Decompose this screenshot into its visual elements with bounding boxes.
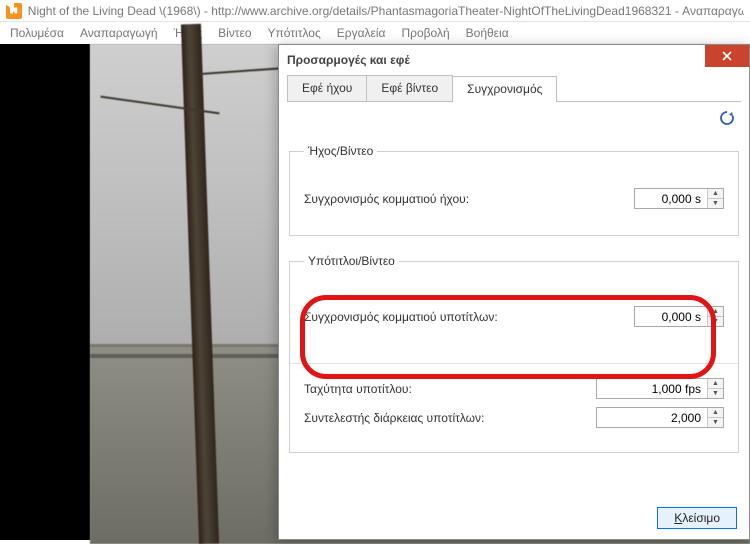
menu-view[interactable]: Προβολή	[393, 24, 457, 42]
dialog-tabs: Εφέ ήχου Εφέ βίντεο Συγχρονισμός	[287, 75, 741, 102]
window-title: Night of the Living Dead \(1968\) - http…	[28, 4, 744, 18]
menu-video[interactable]: Βίντεο	[210, 24, 259, 42]
subtitle-speed-label: Ταχύτητα υποτίτλου:	[304, 382, 412, 396]
audio-track-sync-input[interactable]	[635, 189, 707, 208]
close-icon	[722, 51, 732, 61]
audio-track-sync-spinner[interactable]: ▲▼	[634, 188, 724, 209]
subtitle-duration-input[interactable]	[597, 408, 707, 427]
menu-playback[interactable]: Αναπαραγωγή	[72, 24, 166, 42]
subtitle-duration-label: Συντελεστής διάρκειας υποτίτλων:	[304, 411, 484, 425]
audio-video-legend: Ήχος/Βίντεο	[304, 144, 377, 158]
tab-audio-effects[interactable]: Εφέ ήχου	[287, 75, 367, 101]
subtitle-duration-spinner[interactable]: ▲▼	[596, 407, 724, 428]
subtitle-speed-input[interactable]	[597, 379, 707, 398]
tab-video-effects[interactable]: Εφέ βίντεο	[366, 75, 453, 101]
subtitle-track-sync-input[interactable]	[635, 307, 707, 326]
menu-tools[interactable]: Εργαλεία	[329, 24, 394, 42]
subtitle-track-sync-spinner[interactable]: ▲▼	[634, 306, 724, 327]
close-button[interactable]: Κλείσιμο	[657, 507, 737, 529]
sync-panel: Ήχος/Βίντεο Συγχρονισμός κομματιού ήχου:…	[279, 102, 749, 463]
dialog-title: Προσαρμογές και εφέ	[279, 45, 749, 75]
titlebar: Night of the Living Dead \(1968\) - http…	[0, 0, 750, 22]
adjustments-effects-dialog: Προσαρμογές και εφέ Εφέ ήχου Εφέ βίντεο …	[278, 44, 750, 540]
subtitle-speed-stepper[interactable]: ▲▼	[707, 379, 723, 398]
subtitle-video-legend: Υπότιτλοι/Βίντεο	[304, 254, 399, 268]
subtitle-video-group: Υπότιτλοι/Βίντεο Συγχρονισμός κομματιού …	[289, 254, 739, 453]
dialog-close-button[interactable]	[705, 45, 749, 67]
subtitle-speed-spinner[interactable]: ▲▼	[596, 378, 724, 399]
audio-video-group: Ήχος/Βίντεο Συγχρονισμός κομματιού ήχου:…	[289, 144, 739, 236]
audio-track-sync-stepper[interactable]: ▲▼	[707, 189, 723, 208]
menu-subtitle[interactable]: Υπότιτλος	[260, 24, 329, 42]
menu-media[interactable]: Πολυμέσα	[2, 24, 72, 42]
audio-track-sync-label: Συγχρονισμός κομματιού ήχου:	[304, 192, 469, 206]
menubar: Πολυμέσα Αναπαραγωγή Ήχος Βίντεο Υπότιτλ…	[0, 22, 750, 44]
vlc-cone-icon	[6, 3, 22, 19]
subtitle-track-sync-stepper[interactable]: ▲▼	[707, 307, 723, 326]
subtitle-duration-stepper[interactable]: ▲▼	[707, 408, 723, 427]
menu-help[interactable]: Βοήθεια	[458, 24, 517, 42]
subtitle-track-sync-label: Συγχρονισμός κομματιού υποτίτλων:	[304, 310, 498, 324]
refresh-icon[interactable]	[719, 110, 735, 126]
tab-synchronization[interactable]: Συγχρονισμός	[452, 76, 557, 102]
